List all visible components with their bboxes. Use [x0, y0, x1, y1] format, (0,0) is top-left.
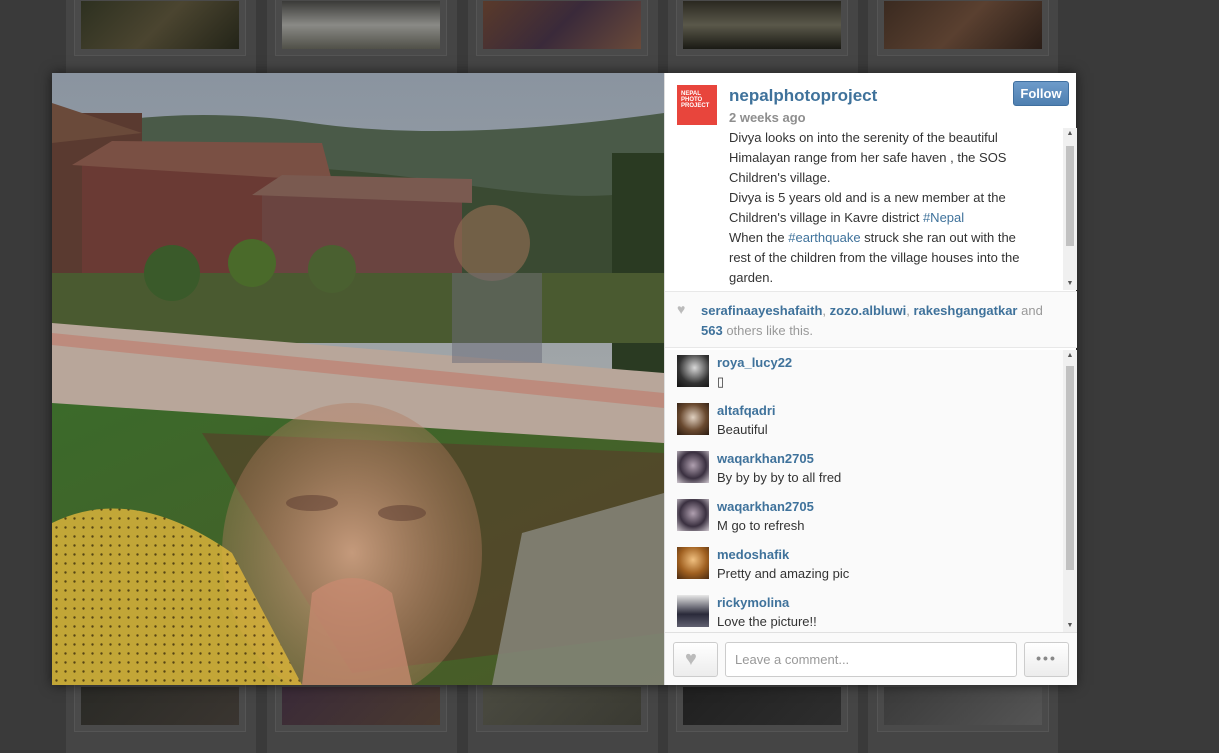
hashtag-link[interactable]: #earthquake — [788, 230, 860, 245]
like-button[interactable]: ♥ — [673, 642, 718, 677]
comment-text: M go to refresh — [717, 518, 805, 533]
hashtag-link[interactable]: #Nepal — [923, 210, 964, 225]
background-thumb[interactable] — [476, 0, 648, 56]
comment-username[interactable]: altafqadri — [717, 403, 776, 418]
likes-count[interactable]: 563 — [701, 323, 723, 338]
likes-section: ♥ serafinaayeshafaith, zozo.albluwi, rak… — [665, 291, 1077, 348]
comment-input[interactable]: Leave a comment... — [725, 642, 1017, 677]
comment-text: ▯ — [717, 374, 725, 389]
comment-username[interactable]: waqarkhan2705 — [717, 451, 814, 466]
post-timestamp[interactable]: 2 weeks ago — [729, 110, 806, 125]
background-thumb[interactable] — [74, 680, 246, 732]
background-thumb[interactable] — [275, 680, 447, 732]
comment-username[interactable]: rickymolina — [717, 595, 789, 610]
photo-illustration — [52, 73, 664, 685]
comment-item: rickymolina Love the picture!! — [677, 590, 1047, 632]
avatar[interactable] — [677, 547, 709, 579]
follow-button[interactable]: Follow — [1013, 81, 1069, 106]
scroll-down-arrow-icon[interactable]: ▼ — [1063, 620, 1077, 632]
comment-username[interactable]: waqarkhan2705 — [717, 499, 814, 514]
more-options-button[interactable]: ••• — [1024, 642, 1069, 677]
post-header: NEPAL PHOTO PROJECT nepalphotoproject 2 … — [665, 73, 1077, 128]
avatar[interactable] — [677, 499, 709, 531]
post-caption: Divya looks on into the serenity of the … — [729, 130, 1020, 285]
background-thumb[interactable] — [877, 680, 1049, 732]
comment-username[interactable]: medoshafik — [717, 547, 789, 562]
post-modal: NEPAL PHOTO PROJECT nepalphotoproject 2 … — [52, 73, 1077, 685]
background-thumb[interactable] — [476, 680, 648, 732]
comment-text: Beautiful — [717, 422, 768, 437]
comment-item: waqarkhan2705 M go to refresh — [677, 494, 1047, 542]
avatar[interactable] — [677, 403, 709, 435]
avatar[interactable] — [677, 451, 709, 483]
background-thumb[interactable] — [877, 0, 1049, 56]
background-thumb[interactable] — [74, 0, 246, 56]
background-thumb[interactable] — [676, 680, 848, 732]
account-avatar[interactable]: NEPAL PHOTO PROJECT — [677, 85, 717, 125]
scroll-down-arrow-icon[interactable]: ▼ — [1063, 278, 1077, 290]
scroll-up-arrow-icon[interactable]: ▲ — [1063, 128, 1077, 140]
caption-scroll-area[interactable]: Divya looks on into the serenity of the … — [665, 128, 1077, 290]
comment-item: medoshafik Pretty and amazing pic — [677, 542, 1047, 590]
scroll-up-arrow-icon[interactable]: ▲ — [1063, 350, 1077, 362]
heart-icon: ♥ — [685, 648, 697, 670]
comment-item: altafqadri Beautiful — [677, 398, 1047, 446]
comment-footer: ♥ Leave a comment... ••• — [665, 632, 1077, 685]
post-username[interactable]: nepalphotoproject — [729, 86, 877, 106]
avatar[interactable] — [677, 595, 709, 627]
caption-scrollbar[interactable]: ▲ ▼ — [1063, 128, 1077, 290]
heart-icon: ♥ — [677, 301, 686, 317]
comment-text: By by by by to all fred — [717, 470, 842, 485]
comment-text: Love the picture!! — [717, 614, 817, 629]
likes-text: serafinaayeshafaith, zozo.albluwi, rakes… — [701, 303, 1043, 338]
comment-item: roya_lucy22 ▯ — [677, 350, 1047, 398]
liker-link[interactable]: zozo.albluwi — [830, 303, 907, 318]
post-photo[interactable] — [52, 73, 664, 685]
post-sidebar: NEPAL PHOTO PROJECT nepalphotoproject 2 … — [664, 73, 1077, 685]
background-thumb[interactable] — [275, 0, 447, 56]
comment-item: waqarkhan2705 By by by by to all fred — [677, 446, 1047, 494]
comments-scrollbar[interactable]: ▲ ▼ — [1063, 350, 1077, 632]
background-thumb[interactable] — [676, 0, 848, 56]
liker-link[interactable]: serafinaayeshafaith — [701, 303, 822, 318]
liker-link[interactable]: rakeshgangatkar — [913, 303, 1017, 318]
comment-username[interactable]: roya_lucy22 — [717, 355, 792, 370]
comments-list[interactable]: roya_lucy22 ▯ altafqadri Beautiful waqar… — [665, 350, 1077, 632]
avatar[interactable] — [677, 355, 709, 387]
comment-text: Pretty and amazing pic — [717, 566, 850, 581]
